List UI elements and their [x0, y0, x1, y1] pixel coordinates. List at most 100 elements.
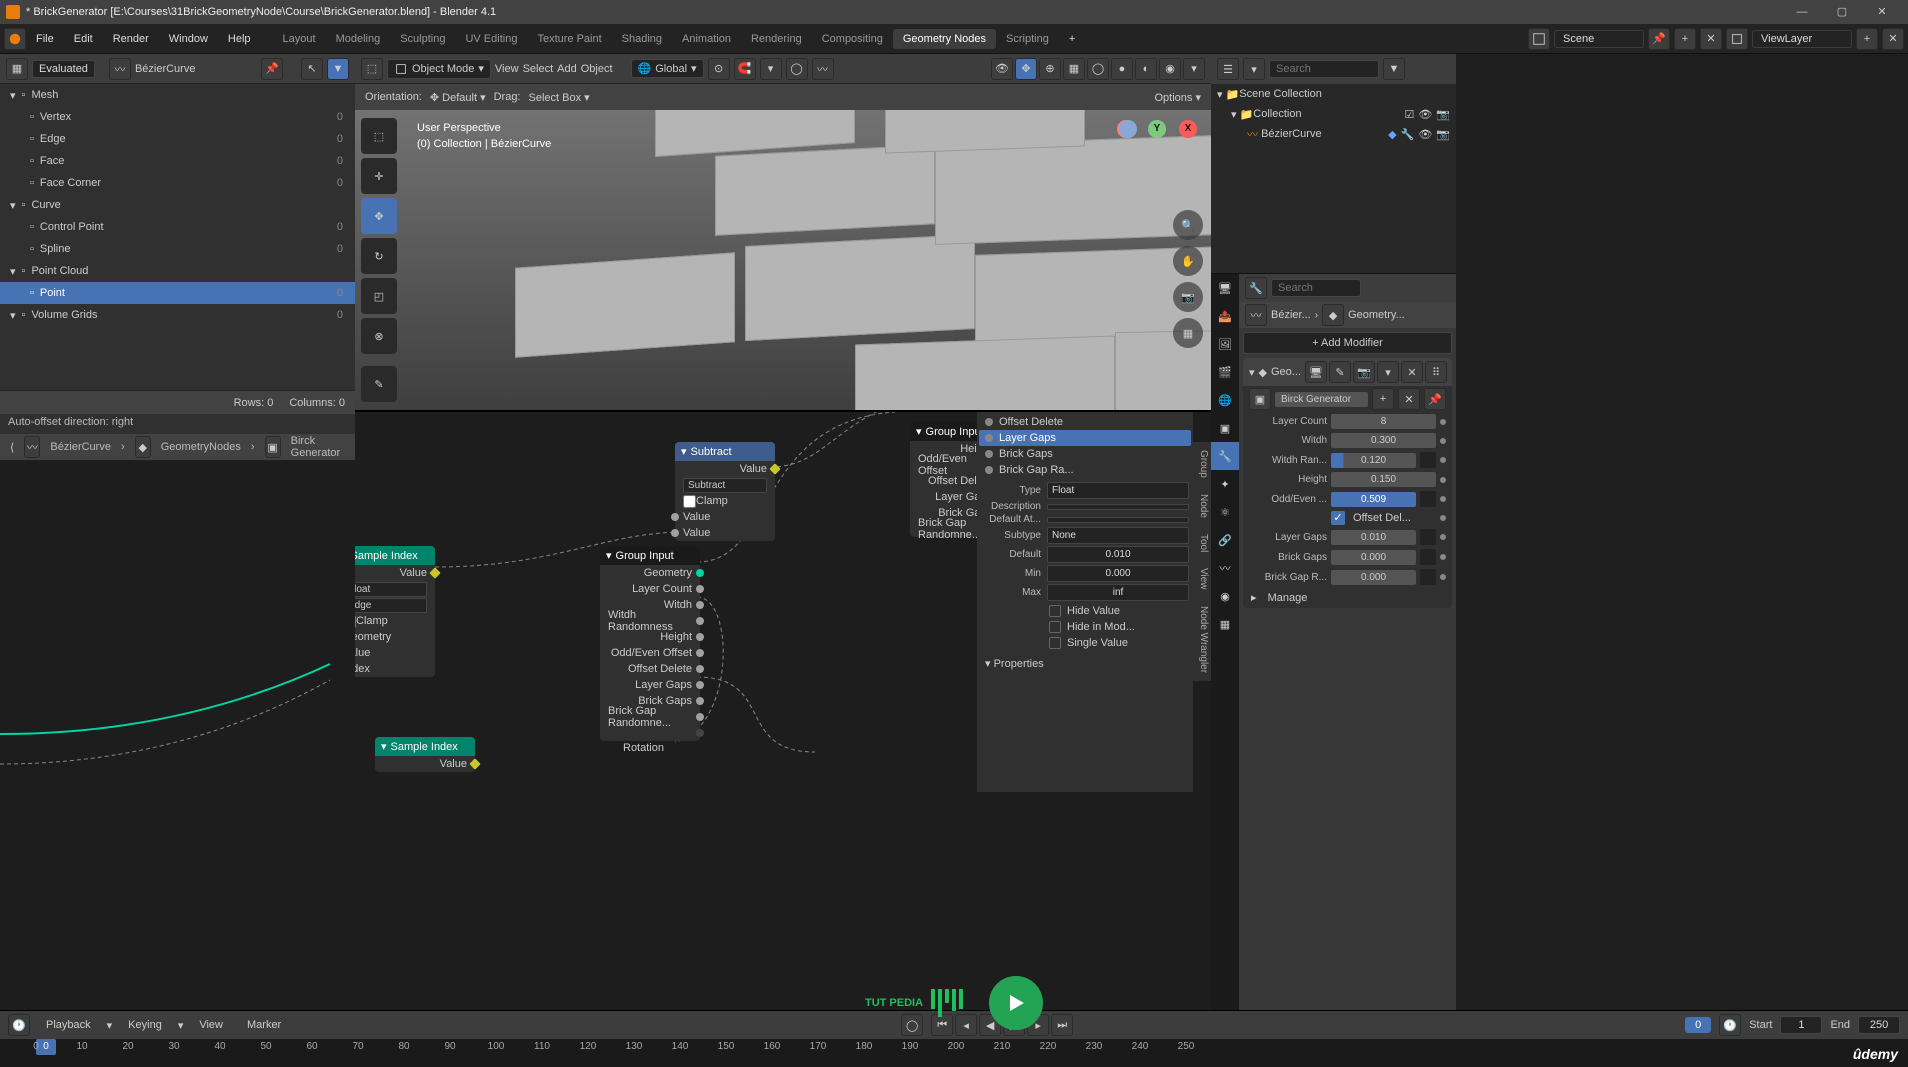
ptab-output[interactable]: 📤 — [1211, 302, 1239, 330]
mod-realtime-icon[interactable]: 🖥 — [1305, 361, 1327, 383]
scene-new-icon[interactable]: + — [1674, 28, 1696, 50]
sidebar-socket-item[interactable]: Offset Delete — [979, 414, 1191, 430]
mod-edit-icon[interactable]: ✎ — [1329, 361, 1351, 383]
pivot-icon[interactable]: ⊙ — [708, 58, 730, 80]
view-menu-tl[interactable]: View — [191, 1017, 231, 1033]
sidebar-socket-item[interactable]: Brick Gap Ra... — [979, 462, 1191, 478]
keying-menu[interactable]: Keying — [120, 1017, 170, 1033]
sidebar-socket-item[interactable]: Layer Gaps — [979, 430, 1191, 446]
mod-extra-icon[interactable]: ▾ — [1377, 361, 1399, 383]
node-subtract[interactable]: ▾Subtract Value Subtract Clamp Value Val… — [675, 442, 775, 541]
type-select[interactable]: Float — [1047, 482, 1189, 499]
outliner-scene-collection[interactable]: ▾ 📁 Scene Collection — [1211, 84, 1456, 104]
workspace-tab-shading[interactable]: Shading — [612, 29, 672, 49]
outliner-filter-icon[interactable]: ▼ — [1383, 58, 1405, 80]
workspace-tab-modeling[interactable]: Modeling — [326, 29, 391, 49]
ptab-data[interactable]: 〰 — [1211, 554, 1239, 582]
crumb-2[interactable]: Birck Generator — [291, 435, 345, 459]
workspace-tab-animation[interactable]: Animation — [672, 29, 741, 49]
layer-delete-icon[interactable]: ✕ — [1882, 28, 1904, 50]
tool-select[interactable]: ⬚ — [361, 118, 397, 154]
tool-move[interactable]: ✥ — [361, 198, 397, 234]
tool-transform[interactable]: ⊗ — [361, 318, 397, 354]
overlay-icon[interactable]: ⊕ — [1039, 58, 1061, 80]
drag-drop[interactable]: Select Box ▾ — [529, 91, 590, 104]
object-menu[interactable]: Object — [581, 63, 613, 75]
proportional-curve-icon[interactable]: 〰 — [812, 58, 834, 80]
shade-wire-icon[interactable]: ◯ — [1087, 58, 1109, 80]
editor-type-icon[interactable]: ▦ — [6, 58, 28, 80]
menu-file[interactable]: File — [26, 29, 64, 49]
tree-row[interactable]: ▾ ▫ Mesh — [0, 84, 355, 106]
viewlayer-input[interactable] — [1752, 30, 1852, 48]
tree-row[interactable]: ▫ Point0 — [0, 282, 355, 304]
ptab-particle[interactable]: ✦ — [1211, 470, 1239, 498]
workspace-tab-compositing[interactable]: Compositing — [812, 29, 893, 49]
mod-render-icon[interactable]: 📷 — [1353, 361, 1375, 383]
ptab-texture[interactable]: ▦ — [1211, 610, 1239, 638]
node-group-input[interactable]: ▾Group Input GeometryLayer CountWitdhWit… — [600, 546, 700, 741]
ptab-constraint[interactable]: 🔗 — [1211, 526, 1239, 554]
tool-annotate[interactable]: ✎ — [361, 366, 397, 402]
ptab-material[interactable]: ◉ — [1211, 582, 1239, 610]
nav-zoom-icon[interactable]: 🔍 — [1173, 210, 1203, 240]
outliner-item-curve[interactable]: 〰 BézierCurve ◆🔧👁📷 — [1211, 124, 1456, 144]
tree-row[interactable]: ▫ Control Point0 — [0, 216, 355, 238]
layer-new-icon[interactable]: + — [1856, 28, 1878, 50]
add-modifier-button[interactable]: + Add Modifier — [1243, 332, 1452, 354]
default-input[interactable]: 0.010 — [1047, 546, 1189, 563]
maximize-button[interactable]: ▢ — [1822, 0, 1862, 24]
ptab-scene[interactable]: 🎬 — [1211, 358, 1239, 386]
nodegroup-new-icon[interactable]: + — [1372, 388, 1394, 410]
menu-render[interactable]: Render — [103, 29, 159, 49]
close-button[interactable]: ✕ — [1862, 0, 1902, 24]
nodegroup-name[interactable]: Birck Generator — [1275, 392, 1368, 407]
current-frame[interactable]: 0 — [1685, 1017, 1711, 1033]
workspace-tab-sculpting[interactable]: Sculpting — [390, 29, 455, 49]
transform-orientation[interactable]: 🌐 Global ▾ — [631, 59, 704, 78]
menu-help[interactable]: Help — [218, 29, 261, 49]
tree-row[interactable]: ▫ Spline0 — [0, 238, 355, 260]
scene-input[interactable] — [1554, 30, 1644, 48]
end-frame[interactable] — [1858, 1016, 1900, 1034]
nav-gizmo[interactable]: Z Y X — [1117, 120, 1197, 200]
outliner-collection[interactable]: ▾ 📁 Collection ☑👁📷 — [1211, 104, 1456, 124]
props-type-icon[interactable]: 🔧 — [1245, 277, 1267, 299]
outliner-search[interactable] — [1269, 60, 1379, 78]
workspace-tab-uv-editing[interactable]: UV Editing — [455, 29, 527, 49]
add-menu[interactable]: Add — [557, 63, 577, 75]
props-search[interactable] — [1271, 279, 1361, 297]
timeline-ruler[interactable]: 0 01020304050607080901001101201301401501… — [0, 1039, 1908, 1067]
timeline-type-icon[interactable]: 🕐 — [8, 1014, 30, 1036]
tree-row[interactable]: ▫ Face0 — [0, 150, 355, 172]
orientation-drop[interactable]: ✥ Default ▾ — [430, 91, 486, 104]
filter-icon[interactable]: ▼ — [327, 58, 349, 80]
node-editor-left[interactable]: ⟨ 〰 BézierCurve › ◆ GeometryNodes › ▣ Bi… — [0, 434, 355, 1044]
node-sample-index-2[interactable]: ▾Sample Index Value — [375, 737, 475, 772]
ptab-physics[interactable]: ⚛ — [1211, 498, 1239, 526]
workspace-tab-scripting[interactable]: Scripting — [996, 29, 1059, 49]
tree-row[interactable]: ▫ Vertex0 — [0, 106, 355, 128]
frame-clock-icon[interactable]: 🕐 — [1719, 1014, 1741, 1036]
scene-delete-icon[interactable]: ✕ — [1700, 28, 1722, 50]
node-graph[interactable]: ▾Sample Index Value Float Edge Clamp Geo… — [355, 410, 1211, 1044]
tree-row[interactable]: ▫ Face Corner0 — [0, 172, 355, 194]
subtype-select[interactable]: None — [1047, 527, 1189, 544]
ptab-viewlayer[interactable]: 🖼 — [1211, 330, 1239, 358]
shade-render-icon[interactable]: ◉ — [1159, 58, 1181, 80]
editor-3dview-icon[interactable]: ⬚ — [361, 58, 383, 80]
blender-menu-icon[interactable] — [4, 28, 26, 50]
hide-value-check[interactable] — [1049, 605, 1061, 617]
tool-scale[interactable]: ◰ — [361, 278, 397, 314]
ptab-object[interactable]: ▣ — [1211, 414, 1239, 442]
gizmo-toggle-icon[interactable]: ✥ — [1015, 58, 1037, 80]
outliner-display-icon[interactable]: ▾ — [1243, 58, 1265, 80]
tree-row[interactable]: ▾ ▫ Volume Grids0 — [0, 304, 355, 326]
add-workspace[interactable]: + — [1059, 29, 1085, 49]
layer-browse-icon[interactable] — [1726, 28, 1748, 50]
xray-icon[interactable]: ▦ — [1063, 58, 1085, 80]
sidebar-socket-item[interactable]: Brick Gaps — [979, 446, 1191, 462]
nodegroup-icon[interactable]: ▣ — [1249, 388, 1271, 410]
mod-delete-icon[interactable]: ✕ — [1401, 361, 1423, 383]
marker-menu[interactable]: Marker — [239, 1017, 289, 1033]
